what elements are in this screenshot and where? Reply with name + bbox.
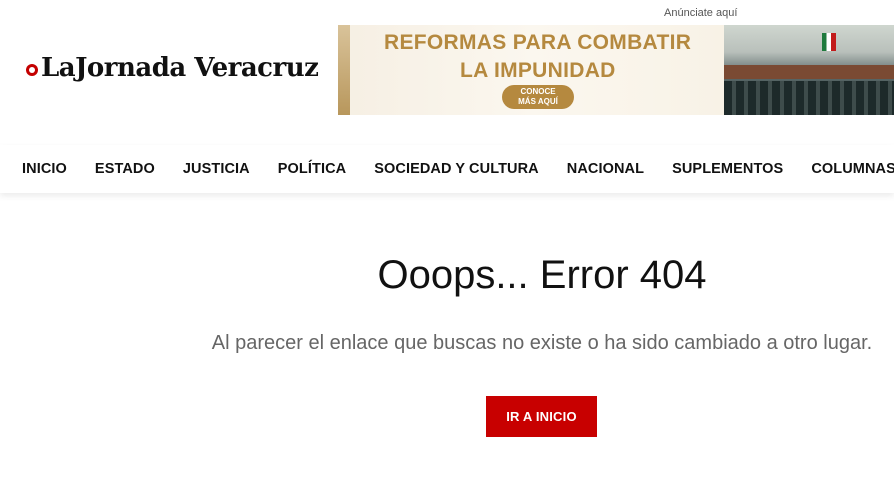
nav-item-politica[interactable]: POLÍTICA — [278, 161, 346, 177]
nav-item-justicia[interactable]: JUSTICIA — [183, 161, 250, 177]
nav-item-inicio[interactable]: INICIO — [22, 161, 67, 177]
nav-item-label: JUSTICIA — [182, 161, 250, 177]
mexico-flag-icon — [822, 33, 836, 51]
nav-item-label: SUPLEMENTOS — [672, 161, 784, 177]
ad-headline-line1: REFORMAS PARA COMBATIR — [384, 31, 692, 54]
nav-item-label: ESTADO — [94, 161, 155, 177]
ad-photo-seats — [724, 81, 894, 115]
nav-item-label: COLUMNAS — [811, 161, 894, 177]
logo-mark-icon — [26, 64, 38, 76]
site-header: LaJornada Veracruz Anúnciate aquí REFORM… — [0, 0, 894, 145]
ad-cta-line2: MÁS AQUÍ — [518, 97, 558, 106]
nav-item-label: POLÍTICA — [277, 161, 347, 177]
advertise-link[interactable]: Anúnciate aquí — [664, 7, 737, 19]
site-logo[interactable]: LaJornada Veracruz — [26, 50, 319, 86]
nav-item-columnas[interactable]: COLUMNAS⌵ — [811, 161, 894, 177]
nav-item-nacional[interactable]: NACIONAL — [567, 161, 644, 177]
error-message: Al parecer el enlace que buscas no exist… — [211, 332, 873, 354]
banner-edge — [338, 25, 350, 115]
error-title: Ooops... Error 404 — [377, 253, 707, 297]
ad-banner[interactable]: REFORMAS PARA COMBATIR LA IMPUNIDAD CONO… — [338, 25, 894, 115]
go-home-button[interactable]: IR A INICIO — [486, 396, 597, 437]
main-nav: INICIO ESTADO JUSTICIA POLÍTICA SOCIEDAD… — [0, 145, 894, 193]
ad-photo-congress — [724, 25, 894, 115]
nav-item-label: INICIO — [22, 161, 67, 177]
nav-item-sociedad-y-cultura[interactable]: SOCIEDAD Y CULTURA — [374, 161, 539, 177]
nav-item-label: SOCIEDAD Y CULTURA — [374, 161, 539, 177]
logo-text: LaJornada Veracruz — [41, 53, 319, 83]
ad-headline-line2: LA IMPUNIDAD — [460, 59, 616, 82]
nav-item-label: NACIONAL — [566, 161, 645, 177]
ad-cta-button[interactable]: CONOCE MÁS AQUÍ — [502, 85, 574, 109]
nav-item-suplementos[interactable]: SUPLEMENTOS — [672, 161, 783, 177]
nav-list: INICIO ESTADO JUSTICIA POLÍTICA SOCIEDAD… — [22, 145, 894, 193]
ad-photo-desk — [724, 65, 894, 79]
ad-cta-line1: CONOCE — [520, 87, 556, 96]
nav-item-estado[interactable]: ESTADO — [95, 161, 155, 177]
